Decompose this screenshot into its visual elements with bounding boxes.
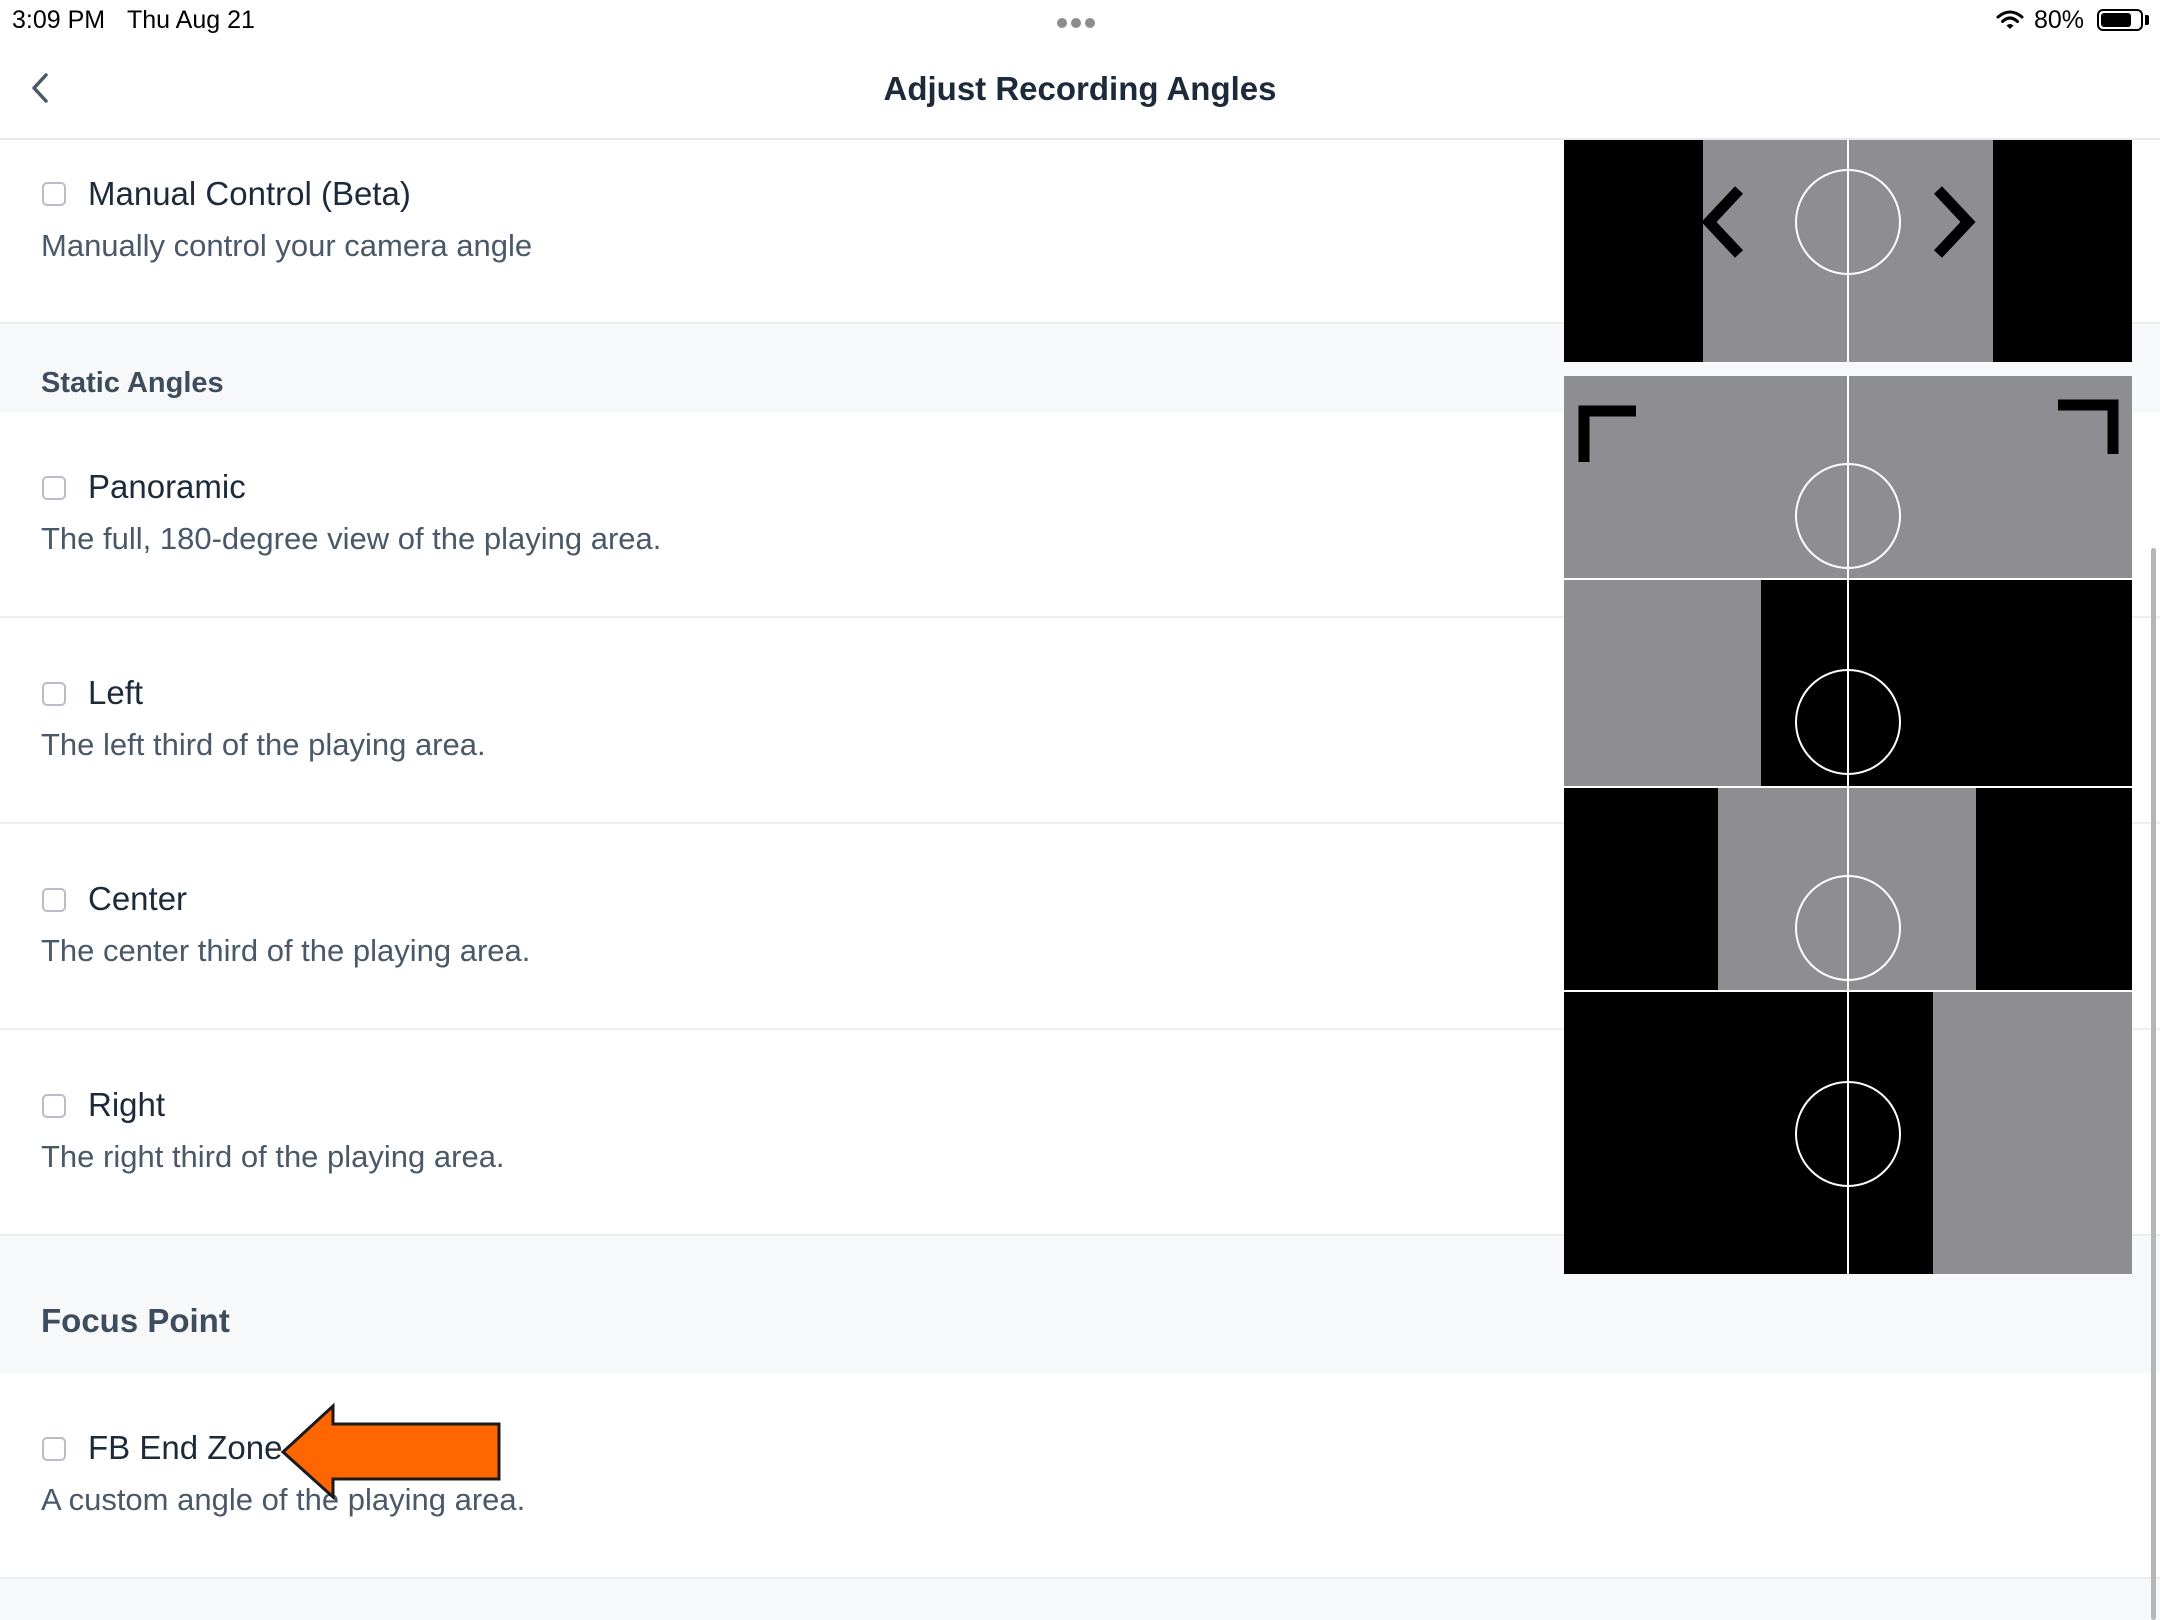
- status-time: 3:09 PM: [12, 6, 106, 34]
- preview-left: [1564, 580, 2132, 786]
- preview-manual-control: [1564, 140, 2132, 362]
- preview-panoramic: [1564, 376, 2132, 578]
- left-checkbox[interactable]: [42, 682, 66, 706]
- scrollbar[interactable]: [2151, 548, 2156, 1620]
- page-title: Adjust Recording Angles: [883, 70, 1277, 107]
- option-title: Right: [88, 1086, 166, 1123]
- preview-center: [1564, 788, 2132, 990]
- multitasking-dots-icon[interactable]: [1057, 15, 1103, 28]
- section-header-focus-point: Focus Point: [41, 1302, 230, 1339]
- panoramic-checkbox[interactable]: [42, 476, 66, 500]
- option-title: FB End Zone: [88, 1429, 283, 1466]
- annotation-arrow-icon: [280, 1402, 501, 1500]
- battery-percent: 80%: [2034, 6, 2085, 34]
- status-bar: 3:09 PM Thu Aug 21 80%: [0, 0, 2160, 40]
- manual-control-checkbox[interactable]: [42, 182, 66, 206]
- wifi-icon: [1996, 10, 2024, 29]
- option-title: Center: [88, 880, 188, 917]
- option-description: The right third of the playing area.: [41, 1139, 505, 1174]
- option-description: The center third of the playing area.: [41, 933, 531, 968]
- status-date: Thu Aug 21: [127, 6, 255, 34]
- section-header-static-angles: Static Angles: [41, 367, 224, 399]
- fb-end-zone-checkbox[interactable]: [42, 1437, 66, 1461]
- option-description: Manually control your camera angle: [41, 228, 533, 263]
- option-title: Left: [88, 674, 144, 711]
- nav-bar: Adjust Recording Angles: [0, 40, 2160, 140]
- option-title: Panoramic: [88, 468, 246, 505]
- center-checkbox[interactable]: [42, 888, 66, 912]
- option-description: The full, 180-degree view of the playing…: [41, 521, 662, 556]
- option-title: Manual Control (Beta): [88, 175, 411, 212]
- battery-tip: [2145, 15, 2149, 25]
- preview-right: [1564, 992, 2132, 1274]
- option-description: The left third of the playing area.: [41, 727, 486, 762]
- right-checkbox[interactable]: [42, 1094, 66, 1118]
- battery-icon: [2097, 9, 2143, 31]
- battery-level: [2101, 13, 2131, 27]
